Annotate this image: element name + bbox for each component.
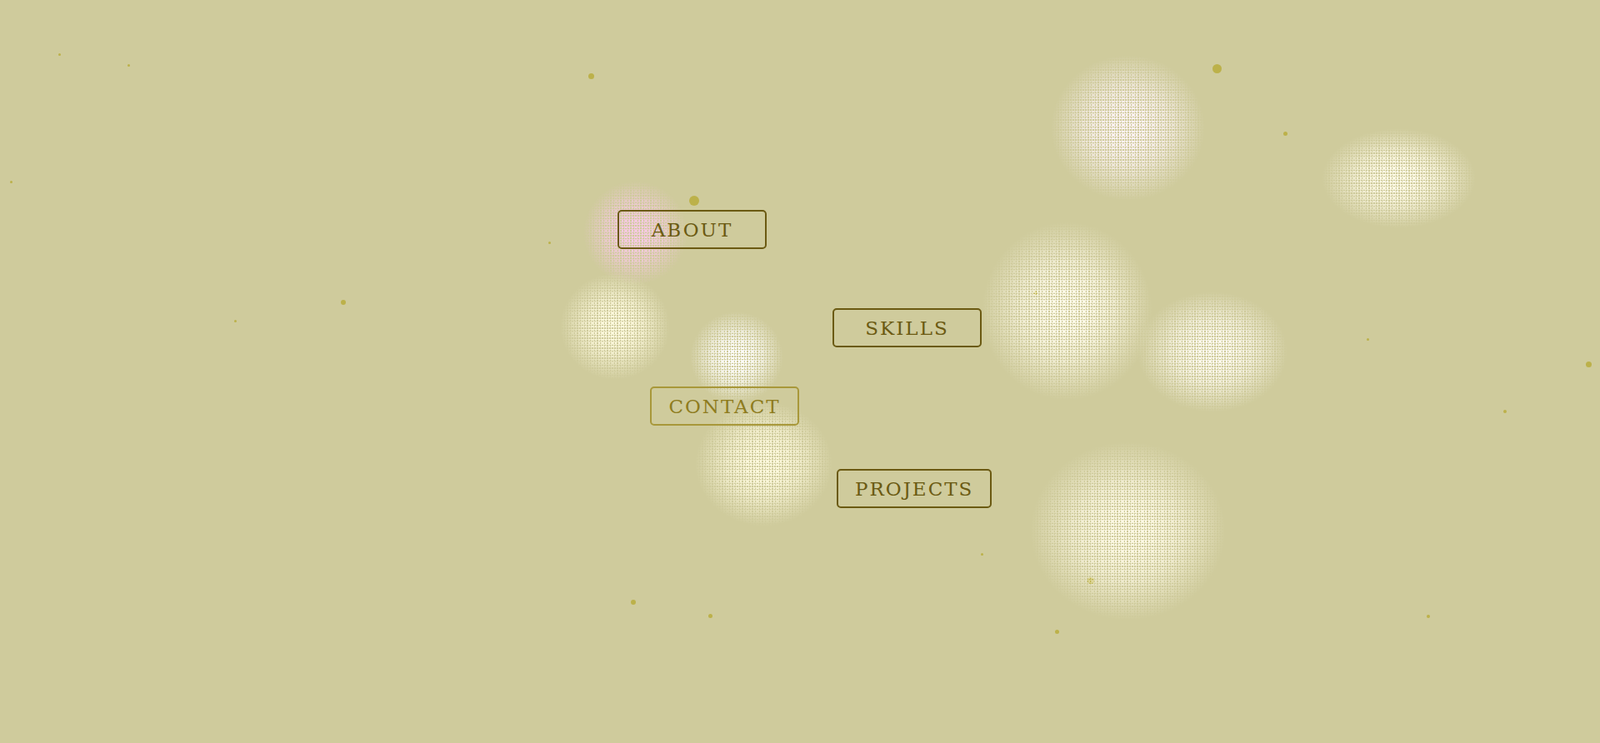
speck-dot xyxy=(340,300,346,305)
speck-dot xyxy=(127,64,130,67)
speck-dot xyxy=(1033,290,1038,295)
particle-cloud xyxy=(560,273,670,380)
speck-dot xyxy=(1585,361,1592,368)
speck-dot xyxy=(630,600,636,605)
speck-dot xyxy=(10,180,13,184)
speck-dot xyxy=(1283,131,1288,136)
speck-dot xyxy=(58,53,61,56)
particle-canvas: ABOUT SKILLS CONTACT PROJECTS xyxy=(0,0,1600,743)
speck-dot xyxy=(1503,410,1507,414)
speck-dot xyxy=(1087,577,1095,585)
speck-dot xyxy=(1426,615,1430,619)
speck-dot xyxy=(1055,630,1060,635)
speck-dot xyxy=(234,320,237,323)
speck-dot xyxy=(1366,338,1370,341)
speck-dot xyxy=(689,195,700,206)
speck-dot xyxy=(980,553,984,556)
speck-dot xyxy=(588,73,595,80)
particle-cloud xyxy=(1050,55,1205,201)
nav-button[interactable]: SKILLS xyxy=(832,308,982,348)
particle-cloud xyxy=(1321,128,1476,229)
speck-dot xyxy=(1212,64,1222,74)
particle-cloud xyxy=(1030,441,1226,621)
nav-button[interactable]: PROJECTS xyxy=(836,469,992,509)
nav-button[interactable]: ABOUT xyxy=(617,210,767,250)
particle-cloud xyxy=(1137,291,1288,413)
nav-button[interactable]: CONTACT xyxy=(650,386,800,426)
particle-cloud xyxy=(981,221,1153,401)
speck-dot xyxy=(708,614,713,619)
speck-dot xyxy=(548,241,551,245)
